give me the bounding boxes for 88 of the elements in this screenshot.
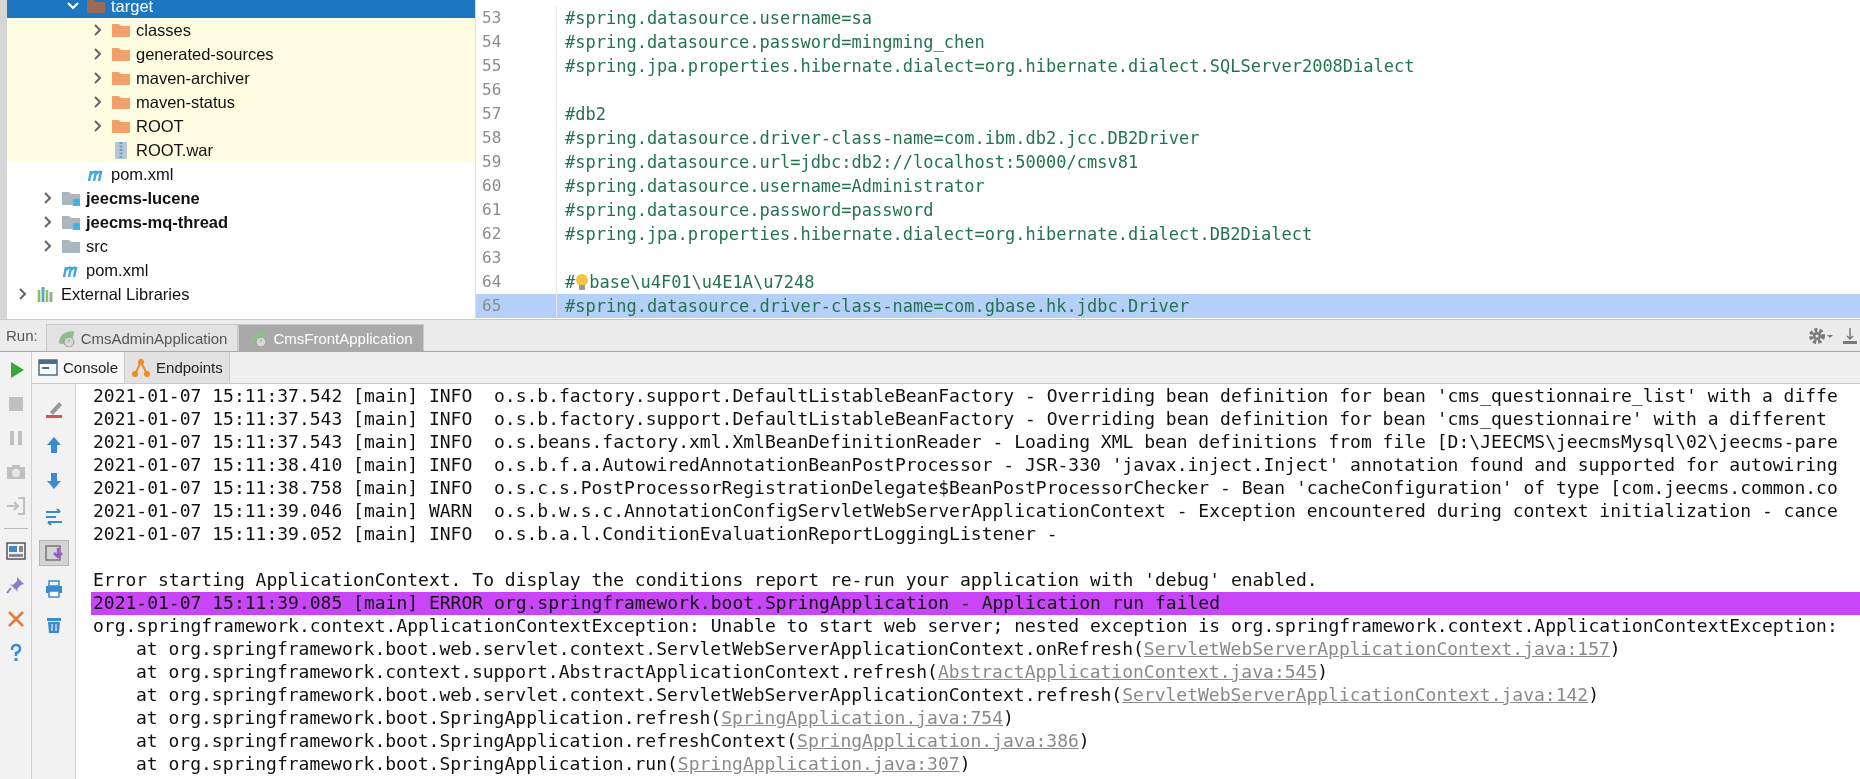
console-line: 2021-01-07 15:11:38.410 [main] INFO o.s.b.f.a.AutowiredAnnotationBeanPostProcessor - JSR-330 'javax.inject.Inject' annotation found and supported for autowiring bbox=[93, 454, 1839, 477]
tree-item[interactable]: maven-status bbox=[7, 90, 475, 114]
console-tab[interactable]: Endpoints bbox=[125, 352, 230, 383]
stack-frame-text: at org.springframework.context.support.AbstractApplicationContext.refresh( bbox=[136, 661, 938, 682]
console-icon bbox=[38, 357, 58, 378]
arrow-to-line-icon[interactable] bbox=[1842, 326, 1858, 345]
tree-item[interactable]: jeecms-lucene bbox=[7, 186, 475, 210]
toggle-button[interactable] bbox=[38, 540, 69, 566]
console-line: 2021-01-07 15:11:39.052 [main] INFO o.s.b.a.l.ConditionEvaluationReportLoggingListener - bbox=[93, 523, 1059, 546]
line-number: 65 bbox=[476, 294, 557, 318]
nodes-icon bbox=[131, 357, 152, 378]
wrap-icon[interactable] bbox=[43, 507, 64, 527]
tree-item[interactable]: maven-archiver bbox=[7, 66, 475, 90]
code-line: #spring.datasource.driver-class-name=com.ibm.db2.jcc.DB2Driver bbox=[565, 128, 1200, 148]
tree-item[interactable]: src bbox=[7, 234, 475, 258]
console-line: org.springframework.context.ApplicationContextException: Unable to start web server; nested exception is org.springframework.context.ApplicationContextException: bbox=[93, 615, 1839, 638]
folder-icon bbox=[62, 237, 80, 255]
leaf-icon bbox=[56, 329, 75, 347]
code-line: #spring.datasource.url=jdbc:db2://localhost:50000/cmsv81 bbox=[565, 152, 1139, 172]
folder-icon bbox=[112, 45, 130, 63]
tree-item[interactable]: ROOT bbox=[7, 114, 475, 138]
line-number: 58 bbox=[476, 126, 557, 150]
console-line: 2021-01-07 15:11:37.543 [main] INFO o.s.beans.factory.xml.XmlBeanDefinitionReader - Loading XML bean definitions from file [D:\JEECMS\jeecmsMysql\02\jeecms-pare bbox=[93, 431, 1839, 454]
folder-icon bbox=[112, 93, 130, 111]
line-number: 53 bbox=[476, 6, 557, 30]
folder-icon bbox=[112, 21, 130, 39]
code-line: #spring.datasource.username=sa bbox=[565, 8, 873, 28]
code-line: #spring.datasource.password=password bbox=[565, 200, 934, 220]
line-number: 62 bbox=[476, 222, 557, 246]
console-tab[interactable]: Console bbox=[32, 352, 126, 383]
code-line: #spring.datasource.driver-class-name=com.gbase.hk.jdbc.Driver bbox=[565, 296, 1190, 316]
code-line: # bbox=[565, 272, 576, 292]
folder-icon bbox=[112, 69, 130, 87]
tree-item[interactable]: target bbox=[7, 0, 475, 18]
module-folder-icon bbox=[62, 213, 80, 231]
tree-item[interactable]: pom.xml bbox=[7, 258, 475, 282]
libraries-icon bbox=[37, 285, 55, 303]
module-folder-icon bbox=[62, 189, 80, 207]
tree-item[interactable]: External Libraries bbox=[7, 282, 475, 306]
closing-paren: ) bbox=[1078, 730, 1090, 751]
scroll-to-end-icon[interactable] bbox=[43, 543, 64, 563]
stack-frame-text: at org.springframework.boot.SpringApplication.refreshContext( bbox=[136, 730, 798, 751]
tree-item[interactable]: classes bbox=[7, 18, 475, 42]
code-line: #spring.datasource.password=mingming_chen bbox=[565, 32, 985, 52]
console-line: Error starting ApplicationContext. To display the conditions report re-run your application with 'debug' enabled. bbox=[93, 569, 1319, 592]
console-line: 2021-01-07 15:11:38.758 [main] INFO o.s.c.s.PostProcessorRegistrationDelegate$BeanPostProcessorChecker - Bean 'cacheConfiguration' of type [com.jeecms.common.co bbox=[93, 477, 1839, 500]
code-line: #spring.jpa.properties.hibernate.dialect=org.hibernate.dialect.SQLServer2008Dialect bbox=[565, 56, 1415, 76]
eraser-icon[interactable] bbox=[43, 399, 64, 419]
line-number: 54 bbox=[476, 30, 557, 54]
printer-icon[interactable] bbox=[43, 579, 64, 599]
code-line: #db2 bbox=[565, 104, 606, 124]
pin-icon[interactable] bbox=[5, 575, 26, 595]
tree-item[interactable]: ROOT.war bbox=[7, 138, 475, 162]
line-number: 60 bbox=[476, 174, 557, 198]
closing-paren: ) bbox=[1588, 684, 1599, 705]
line-number: 56 bbox=[476, 78, 557, 102]
stack-frame-text: at org.springframework.boot.SpringApplication.run( bbox=[136, 753, 678, 774]
closing-paren: ) bbox=[1317, 661, 1329, 682]
tree-item[interactable]: pom.xml bbox=[7, 162, 475, 186]
closing-paren: ) bbox=[959, 753, 971, 774]
code-line: base\u4F01\u4E1A\u7248 bbox=[589, 272, 815, 292]
closing-paren: ) bbox=[1002, 707, 1014, 728]
console-line: 2021-01-07 15:11:37.543 [main] INFO o.s.b.factory.support.DefaultListableBeanFactory - Overriding bean definition for bean 'cms_questionnaire' with a different bbox=[93, 408, 1828, 431]
line-number: 63 bbox=[476, 246, 557, 270]
code-line: #spring.datasource.username=Administrator bbox=[565, 176, 985, 196]
stack-frame-text: at org.springframework.boot.SpringApplication.refresh( bbox=[136, 707, 722, 728]
light-bulb-icon[interactable] bbox=[575, 273, 590, 291]
closing-paren: ) bbox=[1609, 638, 1621, 659]
line-number: 61 bbox=[476, 198, 557, 222]
stack-frame-text: at org.springframework.boot.web.servlet.context.ServletWebServerApplicationContext.onRefresh( bbox=[136, 638, 1144, 659]
settings-icon[interactable] bbox=[1808, 326, 1834, 345]
archive-icon bbox=[112, 141, 130, 159]
code-line: #spring.jpa.properties.hibernate.dialect=org.hibernate.dialect.DB2Dialect bbox=[565, 224, 1313, 244]
line-number: 55 bbox=[476, 54, 557, 78]
close-icon[interactable] bbox=[5, 609, 26, 629]
stack-frame-text: at org.springframework.boot.web.servlet.context.ServletWebServerApplicationContext.refresh( bbox=[136, 684, 1123, 705]
console-line: 2021-01-07 15:11:37.542 [main] INFO o.s.b.factory.support.DefaultListableBeanFactory - Overriding bean definition for bean 'cms_questionnaire_list' with a diffe bbox=[93, 385, 1839, 408]
run-label: Run: bbox=[6, 327, 38, 344]
line-number: 59 bbox=[476, 150, 557, 174]
folder-icon bbox=[87, 0, 105, 15]
folder-icon bbox=[112, 117, 130, 135]
run-tab[interactable]: CmsAdminApplication bbox=[45, 324, 239, 351]
console-line: 2021-01-07 15:11:39.046 [main] WARN o.s.b.w.s.c.AnnotationConfigServletWebServerApplicationContext - Exception encountered during context initialization - cance bbox=[93, 500, 1839, 523]
tree-item[interactable]: generated-sources bbox=[7, 42, 475, 66]
leaf-icon bbox=[249, 329, 268, 347]
tree-item[interactable]: jeecms-mq-thread bbox=[7, 210, 475, 234]
layout-icon[interactable] bbox=[5, 541, 26, 561]
line-number: 57 bbox=[476, 102, 557, 126]
